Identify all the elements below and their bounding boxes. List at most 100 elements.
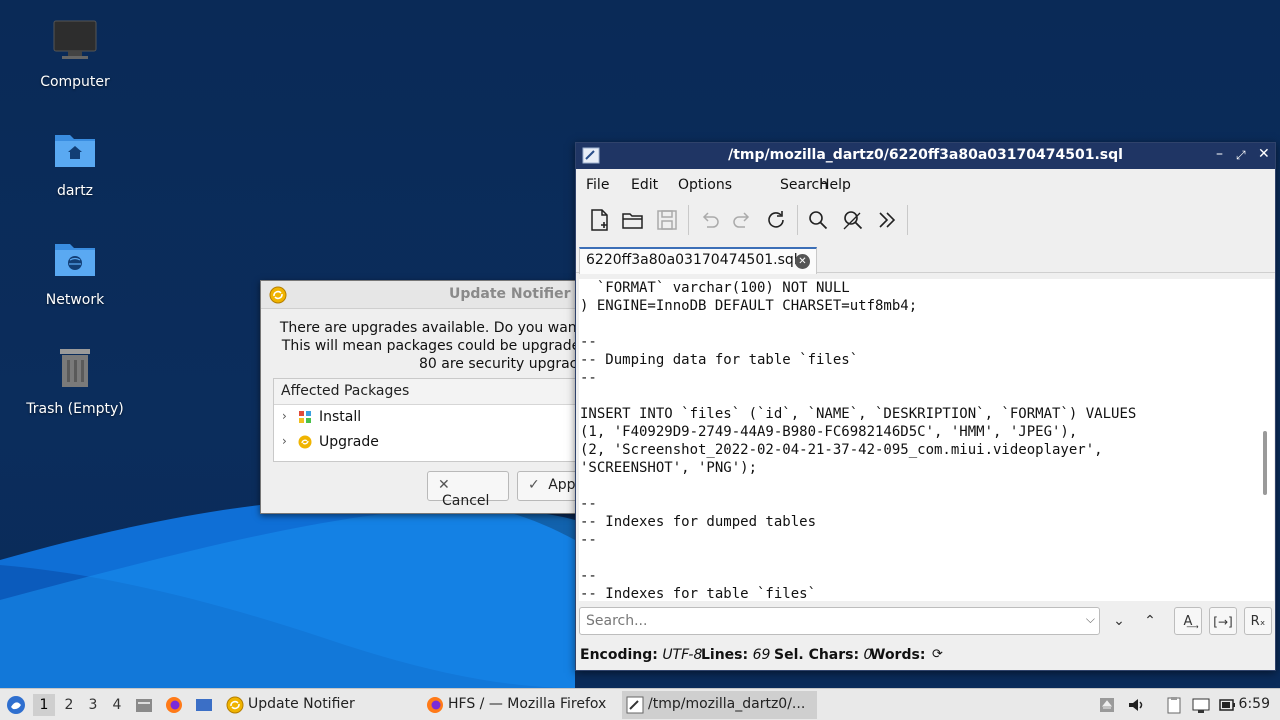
desktop-icon-network[interactable]: Network [10,236,140,308]
install-icon [299,411,311,423]
volume-icon[interactable] [1127,696,1145,714]
task-firefox[interactable]: HFS / — Mozilla Firefox [422,691,617,719]
update-notifier-icon [226,696,244,714]
go-forward-icon[interactable] [874,207,900,233]
code-line: `FORMAT` varchar(100) NOT NULL [580,280,850,296]
code-line: -- [580,334,597,350]
lines-status: Lines: 69 [701,647,770,663]
lines-value: 69 [752,647,771,663]
encoding-status: Encoding: UTF-8 [580,647,702,663]
desktop-icon-trash[interactable]: Trash (Empty) [10,345,140,417]
checkmark-icon: ✓ [528,477,540,493]
toolbar-separator [688,205,689,235]
editor-titlebar[interactable]: /tmp/mozilla_dartz0/6220ff3a80a031704745… [576,143,1275,169]
desktop-icon-computer[interactable]: Computer [10,18,140,90]
tab-close-icon[interactable]: ✕ [795,254,810,269]
scrollbar-thumb[interactable] [1263,431,1267,495]
cancel-icon: ✕ [438,477,450,493]
file-manager-icon[interactable] [135,696,153,714]
find-previous-icon[interactable]: ⌃ [1136,607,1164,635]
workspace-1[interactable]: 1 [33,694,55,716]
match-case-icon[interactable]: A͢ [1174,607,1202,635]
task-label: HFS / — Mozilla Firefox [448,696,607,712]
app-menu-icon[interactable] [6,695,26,715]
words-status: Words: [870,647,925,663]
menu-edit[interactable]: Edit [631,177,658,193]
menu-file[interactable]: File [586,177,609,193]
menu-help[interactable]: Help [819,177,851,193]
dialog-message: There are upgrades available. Do you wan… [261,319,601,373]
eject-icon[interactable] [1098,696,1116,714]
code-line: 'SCREENSHOT', 'PNG'); [580,460,758,476]
find-icon[interactable] [805,207,831,233]
menubar: File Edit Options Search Help [576,169,1275,199]
desktop-show-icon[interactable] [195,696,213,714]
task-text-editor[interactable]: /tmp/mozilla_dartz0/... [622,691,817,719]
new-file-icon[interactable] [586,207,612,233]
tab-label: 6220ff3a80a03170474501.sql [586,252,798,268]
sel-chars-label: Sel. Chars: [774,647,860,663]
code-line: -- Dumping data for table `files` [580,352,859,368]
firefox-icon [427,697,443,713]
tree-item-install[interactable]: › Install [274,405,602,430]
network-status-icon[interactable] [1192,696,1210,714]
tree-item-label: Upgrade [319,434,379,450]
refresh-word-count-icon[interactable]: ⟳ [932,647,943,662]
workspace-2[interactable]: 2 [62,697,76,713]
cancel-label: Cancel [442,493,490,509]
undo-icon[interactable] [696,207,722,233]
affected-packages-tree[interactable]: Affected Packages › Install › Upgrade [273,378,603,462]
regex-icon[interactable]: Rₓ [1244,607,1272,635]
code-editor[interactable]: `FORMAT` varchar(100) NOT NULL) ENGINE=I… [579,279,1256,601]
toolbar-separator [907,205,908,235]
status-bar: Encoding: UTF-8 Lines: 69 Sel. Chars: 0 … [576,643,1277,669]
battery-icon[interactable] [1218,696,1236,714]
whole-word-icon[interactable]: [→] [1209,607,1237,635]
open-folder-icon[interactable] [620,207,646,233]
find-replace-icon[interactable] [840,207,866,233]
code-line: INSERT INTO `files` (`id`, `NAME`, `DESK… [580,406,1137,422]
maximize-icon[interactable]: ⤢ [1236,148,1246,163]
workspace-4[interactable]: 4 [110,697,124,713]
upgrade-icon [298,435,312,449]
clock[interactable]: 6:59 [1239,696,1270,712]
computer-icon [53,20,97,59]
minimize-icon[interactable]: – [1216,146,1223,162]
menu-options[interactable]: Options [678,177,732,193]
cancel-button[interactable]: ✕ Cancel [427,471,509,509]
close-icon[interactable]: ✕ [1258,146,1270,162]
code-line: -- [580,532,597,548]
expand-arrow-icon[interactable]: › [282,434,287,448]
save-icon[interactable] [654,207,680,233]
clipboard-icon[interactable] [1165,696,1183,714]
network-folder-icon [55,244,95,276]
encoding-label: Encoding: [580,647,658,663]
tree-item-upgrade[interactable]: › Upgrade [274,430,602,455]
task-update-notifier[interactable]: Update Notifier [222,691,417,719]
message-line: This will mean packages could be upgrade [281,338,581,354]
desktop-icon-label: dartz [56,183,94,199]
window-title: /tmp/mozilla_dartz0/6220ff3a80a031704745… [728,147,1123,163]
apply-label: App [548,477,576,493]
redo-icon[interactable] [730,207,756,233]
desktop-icon-home-folder[interactable]: dartz [10,127,140,199]
message-line: 80 are security upgrac [419,356,578,372]
find-next-icon[interactable]: ⌄ [1105,607,1133,635]
lines-label: Lines: [701,647,749,663]
search-input[interactable] [580,608,1060,634]
search-bar: ⌵ ⌄ ⌃ A͢ [→] Rₓ [576,603,1277,639]
firefox-launcher-icon[interactable] [165,696,183,714]
search-field[interactable]: ⌵ [579,607,1100,635]
code-line: (2, 'Screenshot_2022-02-04-21-37-42-095_… [580,442,1103,458]
chevron-down-icon[interactable]: ⌵ [1086,612,1095,627]
words-label: Words: [870,647,926,663]
reload-icon[interactable] [763,207,789,233]
dialog-titlebar[interactable]: Update Notifier [261,281,599,309]
expand-arrow-icon[interactable]: › [282,409,287,423]
workspace-3[interactable]: 3 [86,697,100,713]
code-line: -- Indexes for table `files` [580,586,817,601]
vertical-scrollbar[interactable] [1256,279,1274,601]
tab-sql-file[interactable]: 6220ff3a80a03170474501.sql ✕ [579,247,817,274]
